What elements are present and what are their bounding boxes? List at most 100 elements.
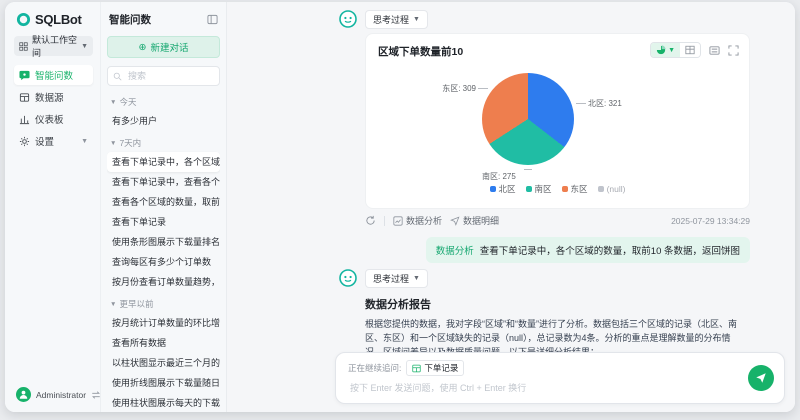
history-item[interactable]: 查看下单记录 (107, 212, 220, 232)
history-item[interactable]: 查看下单记录中，各个区域的数量... (107, 152, 220, 172)
chevron-down-icon: ▼ (668, 46, 675, 54)
table-icon (412, 364, 421, 372)
new-chat-button[interactable]: ⊕ 新建对话 (107, 36, 220, 58)
sidebar-item-datasource[interactable]: 数据源 (14, 87, 93, 107)
history-item[interactable]: 查询每区有多少个订单数 (107, 252, 220, 272)
table-view-button[interactable] (680, 43, 700, 57)
collapse-panel-icon[interactable] (207, 14, 218, 25)
analysis-tag: 数据分析 (435, 246, 474, 257)
send-button[interactable] (748, 365, 774, 391)
history-item[interactable]: 按月份查看订单数量趋势，使用折... (107, 272, 220, 292)
assistant-avatar (339, 10, 357, 28)
panel-title: 智能问数 (109, 14, 151, 26)
history-item[interactable]: 有多少用户 (107, 111, 220, 131)
app-window: SQLBot 默认工作空间 ▼ 智能问数 数据源 仪表板 设置 ▼ Admini… (5, 2, 795, 412)
message-timestamp: 2025-07-29 13:34:29 (671, 215, 750, 226)
chart-legend: 北区 南区 东区 (null) (378, 183, 737, 195)
app-title: SQLBot (35, 12, 82, 27)
pie-label: 北区: 321 (588, 99, 622, 108)
sidebar-item-qa[interactable]: 智能问数 (14, 65, 93, 85)
history-group-label[interactable]: ▼ 更早以前 (107, 295, 220, 313)
new-chat-label: 新建对话 (150, 43, 189, 54)
history-item[interactable]: 按月统计订单数量的环比增长率 (107, 313, 220, 333)
history-item[interactable]: 使用条形图展示下载量排名靠前的日... (107, 232, 220, 252)
legend-item[interactable]: (null) (597, 183, 625, 195)
assistant-avatar (339, 269, 357, 287)
avatar (16, 387, 31, 402)
pie-label: 南区: 275 (482, 172, 516, 181)
gear-icon (19, 136, 30, 147)
sidebar-item-label: 数据源 (35, 93, 64, 104)
sidebar-item-label: 智能问数 (35, 71, 74, 82)
chat-bubble-icon (19, 70, 30, 81)
user-message-text: 查看下单记录中，各个区域的数量，取前10 条数据，返回饼图 (479, 246, 740, 257)
history-item[interactable]: 使用折线图展示下载量随日期的变... (107, 373, 220, 393)
legend-dot (561, 186, 568, 192)
thinking-label: 思考过程 (373, 274, 410, 284)
workspace-selector[interactable]: 默认工作空间 ▼ (14, 35, 93, 58)
app-logo: SQLBot (14, 12, 93, 27)
report-title: 数据分析报告 (365, 299, 431, 311)
chevron-down-icon: ▼ (413, 275, 420, 282)
switch-icon[interactable] (91, 390, 101, 400)
chevron-down-icon: ▼ (81, 42, 88, 50)
sidebar-menu: 智能问数 数据源 仪表板 设置 ▼ (14, 65, 93, 151)
sidebar-item-settings[interactable]: 设置 ▼ (14, 131, 93, 151)
history-item[interactable]: 以柱状图显示最近三个月的订单量 (107, 353, 220, 373)
data-detail-button[interactable]: 数据明细 (450, 214, 499, 227)
legend-dot (525, 186, 532, 192)
sidebar-item-label: 仪表板 (35, 115, 64, 126)
legend-item[interactable]: 南区 (525, 183, 552, 195)
datasource-tag[interactable]: 下单记录 (406, 360, 465, 376)
datasource-name: 下单记录 (424, 363, 459, 373)
history-item[interactable]: 查看各个区域的数量，取前10 条数... (107, 192, 220, 212)
pie-graphic[interactable] (482, 73, 574, 165)
search-box[interactable] (107, 66, 220, 86)
thinking-toggle[interactable]: 思考过程 ▼ (365, 10, 428, 29)
user-account[interactable]: Administrator (14, 387, 101, 402)
workspace-icon (19, 41, 28, 51)
plus-circle-icon: ⊕ (138, 41, 147, 53)
sqlbot-logo-icon (16, 12, 31, 27)
user-name: Administrator (36, 389, 87, 400)
database-icon (19, 92, 30, 103)
sidebar-item-dashboard[interactable]: 仪表板 (14, 109, 93, 129)
bar-chart-icon (19, 114, 30, 125)
chart-type-switcher: ▼ (650, 42, 701, 58)
pie-chart-type-button[interactable]: ▼ (651, 43, 680, 57)
history-item[interactable]: 查看下单记录中，查看各个区域的... (107, 172, 220, 192)
history-group-label[interactable]: ▼ 今天 (107, 93, 220, 111)
history-item[interactable]: 查看所有数据 (107, 333, 220, 353)
legend-dot (489, 186, 496, 192)
history-panel: 智能问数 ⊕ 新建对话 ▼今天有多少用户 ▼7天内查看下单记录中，各个区域的数量.… (101, 2, 227, 412)
message-input-box: 正在继续追问: 下单记录 (335, 352, 785, 405)
history-item[interactable]: 使用柱状图展示每天的下载量变化 (107, 393, 220, 412)
assistant-message: 思考过程 ▼ (339, 269, 759, 288)
pie-chart: 东区: 309 北区: 321 南区: 275 北区 南区 东区 (null) (378, 61, 737, 199)
action-label: 数据明细 (463, 216, 500, 226)
context-label: 正在继续追问: (348, 363, 402, 373)
action-label: 数据分析 (406, 216, 443, 226)
legend-dot (597, 186, 604, 192)
chevron-down-icon: ▼ (81, 137, 88, 145)
search-input[interactable] (126, 70, 210, 82)
chart-card: 区域下单数量前10 ▼ 东区: 309 北区: 321 南区: 275 北区 南… (365, 33, 750, 209)
detail-list-icon[interactable] (709, 45, 720, 56)
thinking-toggle[interactable]: 思考过程 ▼ (365, 269, 428, 288)
message-input[interactable] (348, 379, 744, 405)
fullscreen-icon[interactable] (728, 44, 739, 56)
refresh-button[interactable] (365, 215, 376, 226)
assistant-message: 思考过程 ▼ (339, 10, 759, 29)
chevron-down-icon: ▼ (413, 16, 420, 23)
sidebar-item-label: 设置 (35, 137, 55, 148)
chat-thread: 思考过程 ▼ 区域下单数量前10 ▼ 东区: 309 北区: 321 南区: 2… (339, 2, 759, 382)
workspace-label: 默认工作空间 (32, 35, 78, 58)
main-area: 思考过程 ▼ 区域下单数量前10 ▼ 东区: 309 北区: 321 南区: 2… (227, 2, 795, 412)
legend-item[interactable]: 北区 (489, 183, 516, 195)
chart-actions: 数据分析 数据明细 2025-07-29 13:34:29 (365, 214, 750, 227)
history-group-label[interactable]: ▼ 7天内 (107, 134, 220, 152)
data-analysis-button[interactable]: 数据分析 (393, 214, 442, 227)
sidebar: SQLBot 默认工作空间 ▼ 智能问数 数据源 仪表板 设置 ▼ Admini… (5, 2, 101, 412)
search-icon (113, 72, 122, 81)
legend-item[interactable]: 东区 (561, 183, 588, 195)
